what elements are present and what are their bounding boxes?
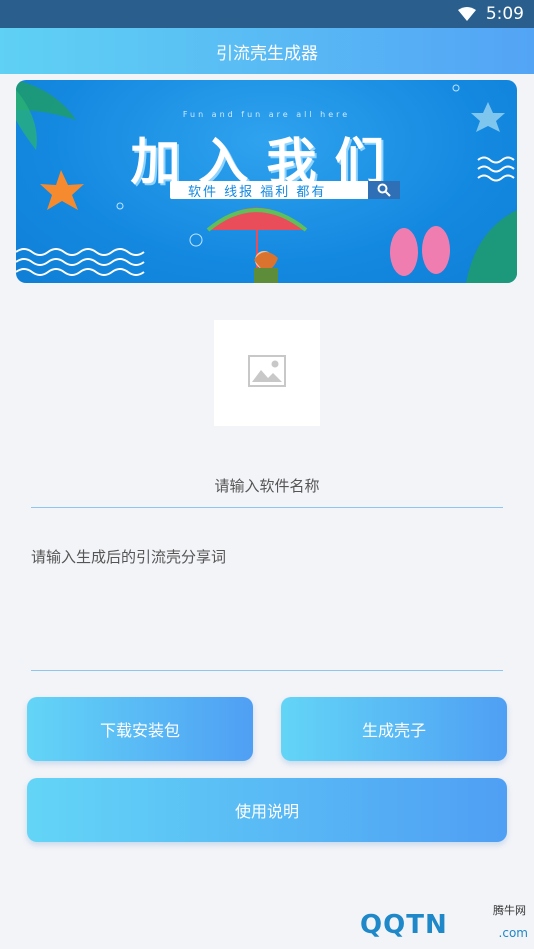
software-name-input[interactable] bbox=[31, 464, 503, 508]
banner-search-text: 软件 线报 福利 都有 bbox=[188, 184, 327, 200]
download-package-button[interactable]: 下载安装包 bbox=[27, 697, 253, 761]
promo-banner[interactable]: Fun and fun are all here 加入我们 软件 线报 福利 都… bbox=[16, 80, 517, 283]
banner-subtitle: Fun and fun are all here bbox=[182, 110, 351, 119]
status-time: 5:09 bbox=[485, 4, 524, 24]
page-title: 引流壳生成器 bbox=[216, 43, 318, 64]
wifi-icon bbox=[457, 7, 476, 21]
watermark-domain: .com bbox=[498, 926, 528, 940]
status-bar: 5:09 bbox=[0, 0, 534, 28]
banner-search-bar: 软件 线报 福利 都有 bbox=[170, 181, 400, 200]
watermark-logo: 腾牛网 QQTN .com bbox=[330, 896, 530, 944]
image-picker[interactable] bbox=[214, 320, 320, 426]
search-icon bbox=[368, 181, 400, 199]
generate-shell-button[interactable]: 生成壳子 bbox=[281, 697, 507, 761]
watermark-cn: 腾牛网 bbox=[493, 904, 526, 917]
image-icon bbox=[248, 355, 286, 391]
watermark-en: QQTN bbox=[360, 910, 448, 940]
app-bar: 引流壳生成器 bbox=[0, 28, 534, 74]
usage-instructions-button[interactable]: 使用说明 bbox=[27, 778, 507, 842]
share-text-input[interactable] bbox=[31, 540, 503, 671]
